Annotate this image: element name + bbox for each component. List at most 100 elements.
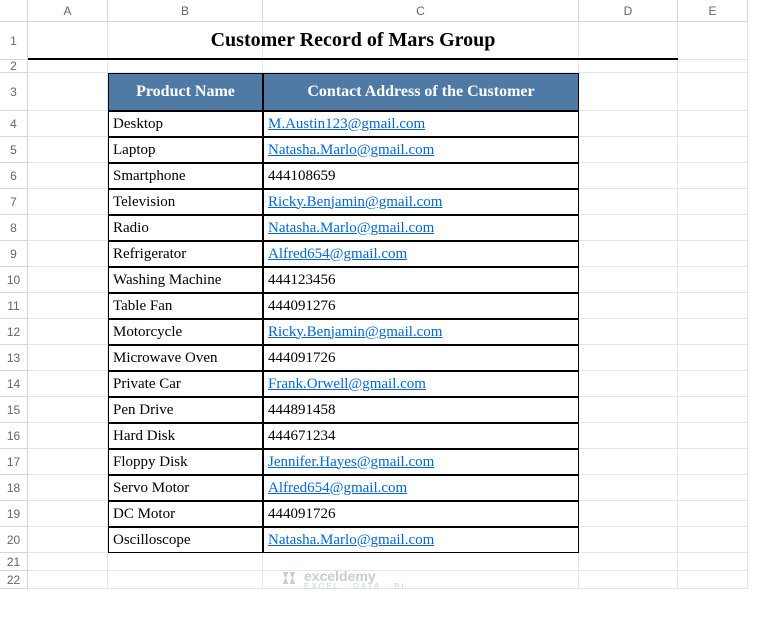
email-link[interactable]: Natasha.Marlo@gmail.com	[268, 220, 434, 237]
cell-E10[interactable]	[678, 267, 748, 293]
table-row[interactable]: Hard Disk	[108, 423, 263, 449]
cell-D22[interactable]	[579, 571, 678, 589]
table-row[interactable]: 444891458	[263, 397, 579, 423]
row-header-3[interactable]: 3	[0, 73, 28, 111]
cell-A15[interactable]	[28, 397, 108, 423]
table-header-contact[interactable]: Contact Address of the Customer	[263, 73, 579, 111]
cell-A7[interactable]	[28, 189, 108, 215]
email-link[interactable]: M.Austin123@gmail.com	[268, 116, 425, 133]
table-row[interactable]: 444671234	[263, 423, 579, 449]
cell-D17[interactable]	[579, 449, 678, 475]
cell-E3[interactable]	[678, 73, 748, 111]
row-header-9[interactable]: 9	[0, 241, 28, 267]
cell-A22[interactable]	[28, 571, 108, 589]
cell-A11[interactable]	[28, 293, 108, 319]
table-row[interactable]: Floppy Disk	[108, 449, 263, 475]
cell-D18[interactable]	[579, 475, 678, 501]
cell-C21[interactable]	[263, 553, 579, 571]
cell-E19[interactable]	[678, 501, 748, 527]
cell-C2[interactable]	[263, 60, 579, 73]
cell-A13[interactable]	[28, 345, 108, 371]
cell-D14[interactable]	[579, 371, 678, 397]
cell-A19[interactable]	[28, 501, 108, 527]
cell-D7[interactable]	[579, 189, 678, 215]
cell-E13[interactable]	[678, 345, 748, 371]
cell-E4[interactable]	[678, 111, 748, 137]
cell-A5[interactable]	[28, 137, 108, 163]
cell-D3[interactable]	[579, 73, 678, 111]
cell-B21[interactable]	[108, 553, 263, 571]
cell-E16[interactable]	[678, 423, 748, 449]
cell-B2[interactable]	[108, 60, 263, 73]
email-link[interactable]: Ricky.Benjamin@gmail.com	[268, 194, 442, 211]
email-link[interactable]: Jennifer.Hayes@gmail.com	[268, 454, 434, 471]
cell-D2[interactable]	[579, 60, 678, 73]
column-header-B[interactable]: B	[108, 0, 263, 22]
table-row[interactable]: Alfred654@gmail.com	[263, 475, 579, 501]
email-link[interactable]: Natasha.Marlo@gmail.com	[268, 532, 434, 549]
table-row[interactable]: M.Austin123@gmail.com	[263, 111, 579, 137]
row-header-18[interactable]: 18	[0, 475, 28, 501]
table-row[interactable]: Microwave Oven	[108, 345, 263, 371]
cell-D16[interactable]	[579, 423, 678, 449]
table-row[interactable]: Smartphone	[108, 163, 263, 189]
table-row[interactable]: Oscilloscope	[108, 527, 263, 553]
column-header-E[interactable]: E	[678, 0, 748, 22]
cell-D4[interactable]	[579, 111, 678, 137]
row-header-8[interactable]: 8	[0, 215, 28, 241]
row-header-15[interactable]: 15	[0, 397, 28, 423]
table-row[interactable]: Laptop	[108, 137, 263, 163]
cell-A8[interactable]	[28, 215, 108, 241]
cell-D10[interactable]	[579, 267, 678, 293]
row-header-20[interactable]: 20	[0, 527, 28, 553]
table-row[interactable]: Desktop	[108, 111, 263, 137]
table-row[interactable]: Table Fan	[108, 293, 263, 319]
cell-D11[interactable]	[579, 293, 678, 319]
cell-E20[interactable]	[678, 527, 748, 553]
cell-E11[interactable]	[678, 293, 748, 319]
row-header-5[interactable]: 5	[0, 137, 28, 163]
table-row[interactable]: Private Car	[108, 371, 263, 397]
cell-E9[interactable]	[678, 241, 748, 267]
table-row[interactable]: Servo Motor	[108, 475, 263, 501]
column-header-C[interactable]: C	[263, 0, 579, 22]
email-link[interactable]: Natasha.Marlo@gmail.com	[268, 142, 434, 159]
cell-E15[interactable]	[678, 397, 748, 423]
cell-D8[interactable]	[579, 215, 678, 241]
cell-D9[interactable]	[579, 241, 678, 267]
cell-E6[interactable]	[678, 163, 748, 189]
table-row[interactable]: 444091726	[263, 501, 579, 527]
cell-C22[interactable]	[263, 571, 579, 589]
cell-A10[interactable]	[28, 267, 108, 293]
row-header-7[interactable]: 7	[0, 189, 28, 215]
cell-E1[interactable]	[678, 22, 748, 60]
cell-A6[interactable]	[28, 163, 108, 189]
row-header-2[interactable]: 2	[0, 60, 28, 73]
email-link[interactable]: Alfred654@gmail.com	[268, 246, 407, 263]
email-link[interactable]: Ricky.Benjamin@gmail.com	[268, 324, 442, 341]
table-row[interactable]: 444123456	[263, 267, 579, 293]
cell-A20[interactable]	[28, 527, 108, 553]
cell-A18[interactable]	[28, 475, 108, 501]
table-header-product[interactable]: Product Name	[108, 73, 263, 111]
email-link[interactable]: Alfred654@gmail.com	[268, 480, 407, 497]
table-row[interactable]: 444091276	[263, 293, 579, 319]
cell-E21[interactable]	[678, 553, 748, 571]
column-header-A[interactable]: A	[28, 0, 108, 22]
page-title[interactable]: Customer Record of Mars Group	[28, 22, 678, 60]
cell-A4[interactable]	[28, 111, 108, 137]
row-header-1[interactable]: 1	[0, 22, 28, 60]
cell-D12[interactable]	[579, 319, 678, 345]
cell-D21[interactable]	[579, 553, 678, 571]
cell-E17[interactable]	[678, 449, 748, 475]
row-header-4[interactable]: 4	[0, 111, 28, 137]
table-row[interactable]: Ricky.Benjamin@gmail.com	[263, 319, 579, 345]
row-header-21[interactable]: 21	[0, 553, 28, 571]
cell-A21[interactable]	[28, 553, 108, 571]
cell-E5[interactable]	[678, 137, 748, 163]
row-header-12[interactable]: 12	[0, 319, 28, 345]
cell-A16[interactable]	[28, 423, 108, 449]
table-row[interactable]: Jennifer.Hayes@gmail.com	[263, 449, 579, 475]
cell-D6[interactable]	[579, 163, 678, 189]
row-header-19[interactable]: 19	[0, 501, 28, 527]
